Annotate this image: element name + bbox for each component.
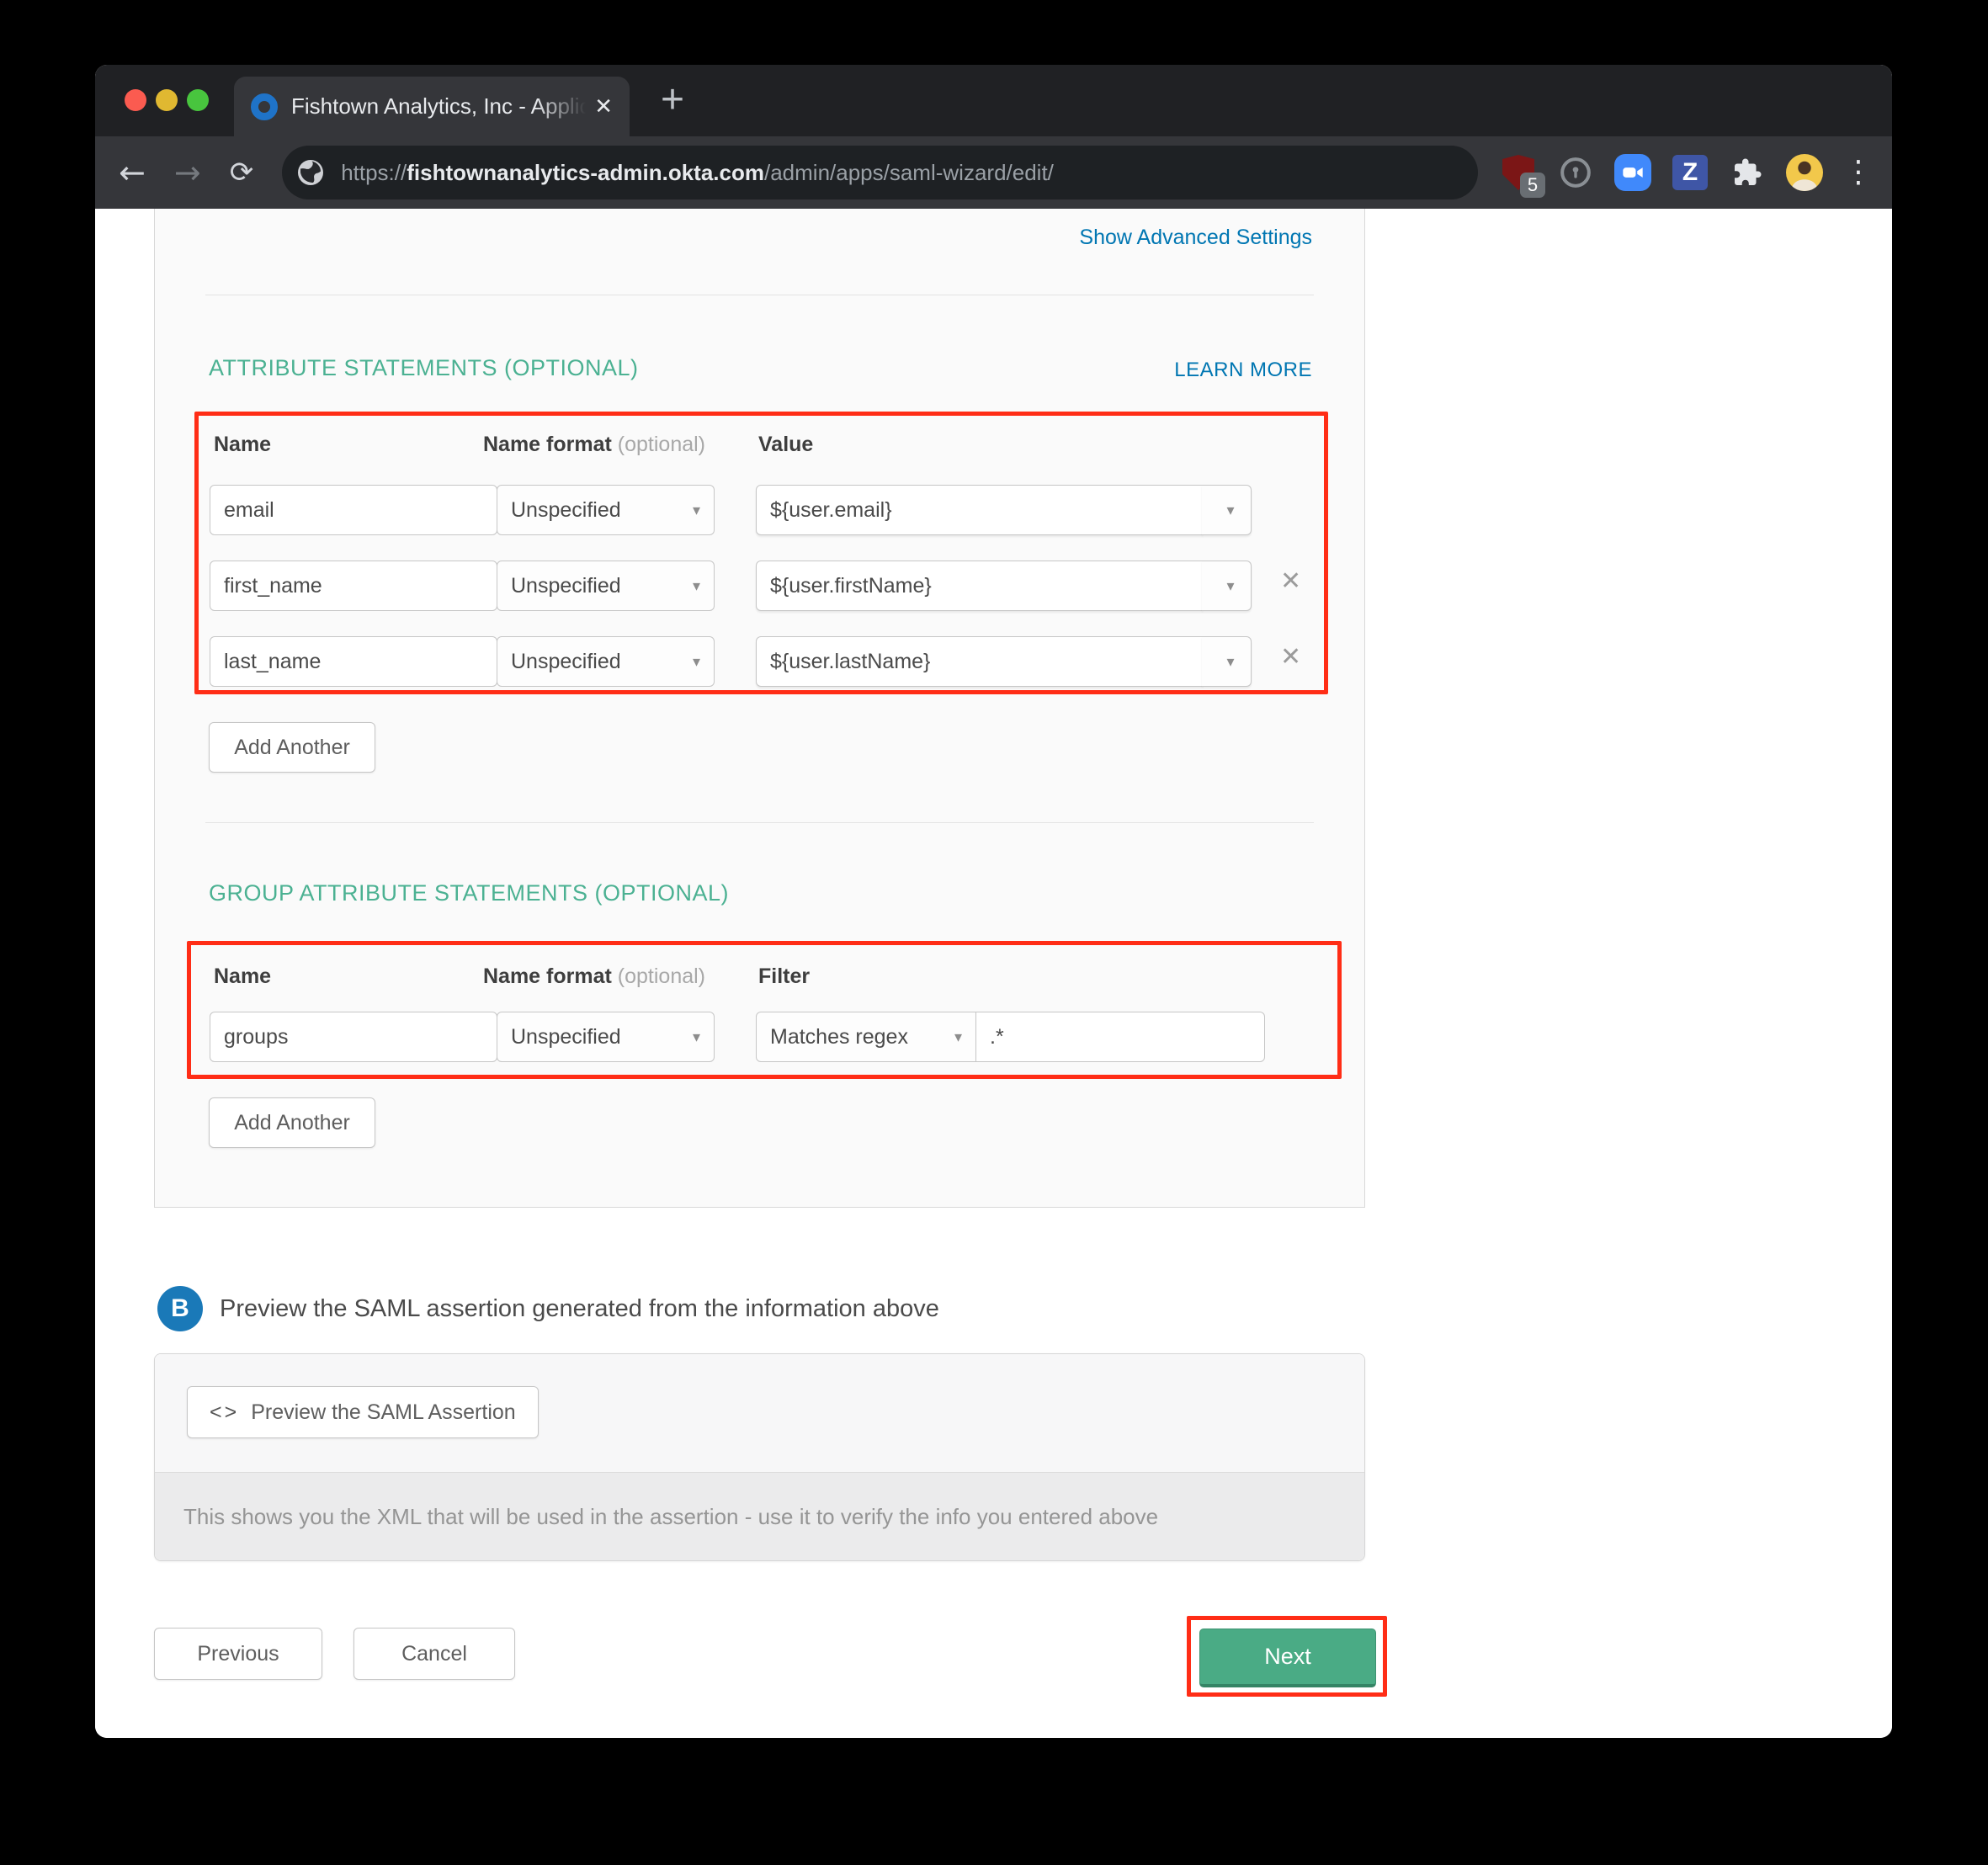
- learn-more-link[interactable]: LEARN MORE: [1174, 359, 1312, 382]
- name-format-select[interactable]: Unspecified ▾: [497, 1012, 715, 1062]
- browser-window: Fishtown Analytics, Inc - Applic ✕ + ← →…: [95, 65, 1892, 1738]
- add-another-group-button[interactable]: Add Another: [209, 1097, 375, 1148]
- page-content: Show Advanced Settings ATTRIBUTE STATEME…: [95, 209, 1892, 1738]
- chevron-down-icon: ▾: [693, 577, 700, 595]
- url-domain: fishtownanalytics-admin.okta.com: [407, 160, 764, 185]
- value-dropdown-button[interactable]: ▾: [1202, 485, 1252, 535]
- chevron-down-icon: ▾: [1226, 577, 1234, 595]
- window-close-button[interactable]: [125, 89, 146, 111]
- filter-type-select[interactable]: Matches regex ▾: [756, 1012, 976, 1062]
- filter-type-value: Matches regex: [770, 1025, 908, 1049]
- divider: [205, 822, 1314, 823]
- column-header-value: Value: [758, 433, 813, 457]
- attribute-value-input[interactable]: [756, 485, 1203, 535]
- attribute-statements-title: ATTRIBUTE STATEMENTS (OPTIONAL): [209, 355, 639, 381]
- tab-strip: Fishtown Analytics, Inc - Applic ✕ +: [95, 65, 1892, 136]
- name-format-value: Unspecified: [511, 1025, 621, 1049]
- browser-tab[interactable]: Fishtown Analytics, Inc - Applic ✕: [234, 77, 630, 136]
- column-header-name: Name: [214, 964, 271, 989]
- chevron-down-icon: ▾: [1226, 502, 1234, 519]
- back-icon[interactable]: ←: [119, 157, 146, 189]
- remove-row-icon[interactable]: ✕: [1280, 569, 1301, 594]
- cancel-button[interactable]: Cancel: [353, 1628, 515, 1680]
- extensions-row: 5 Z: [1500, 154, 1874, 191]
- attribute-value-input[interactable]: [756, 561, 1203, 611]
- group-attribute-statements-title: GROUP ATTRIBUTE STATEMENTS (OPTIONAL): [209, 880, 729, 906]
- avatar-image: [1786, 154, 1823, 191]
- attribute-row: Unspecified ▾ ▾: [210, 485, 1329, 535]
- remove-row-icon[interactable]: ✕: [1280, 645, 1301, 670]
- globe-icon[interactable]: [295, 157, 326, 188]
- optional-label: (optional): [618, 964, 705, 988]
- preview-saml-assertion-button[interactable]: <> Preview the SAML Assertion: [187, 1386, 539, 1438]
- tab-title-fade: [535, 93, 586, 120]
- chevron-down-icon: ▾: [693, 1028, 700, 1046]
- preview-panel-top: <> Preview the SAML Assertion: [155, 1354, 1364, 1472]
- forward-icon[interactable]: →: [174, 157, 201, 189]
- show-advanced-settings-link[interactable]: Show Advanced Settings: [1079, 226, 1312, 250]
- name-format-select[interactable]: Unspecified ▾: [497, 485, 715, 535]
- preview-panel: <> Preview the SAML Assertion This shows …: [154, 1353, 1365, 1561]
- column-header-name-format: Name format (optional): [483, 964, 705, 989]
- step-b-badge: B: [157, 1286, 203, 1331]
- okta-favicon-icon: [251, 93, 278, 120]
- preview-note: This shows you the XML that will be used…: [155, 1472, 1364, 1560]
- url-path: /admin/apps/saml-wizard/edit/: [764, 160, 1054, 185]
- attribute-name-input[interactable]: [210, 485, 497, 535]
- preview-section-heading: Preview the SAML assertion generated fro…: [220, 1295, 939, 1323]
- url-scheme: https://: [341, 160, 407, 185]
- chevron-down-icon: ▾: [954, 1028, 962, 1046]
- chevron-down-icon: ▾: [1226, 653, 1234, 671]
- chevron-down-icon: ▾: [693, 653, 700, 671]
- url-bar[interactable]: https://fishtownanalytics-admin.okta.com…: [282, 146, 1478, 199]
- z-letter-icon: Z: [1672, 155, 1708, 190]
- code-brackets-icon: <>: [210, 1400, 239, 1425]
- value-dropdown-button[interactable]: ▾: [1202, 636, 1252, 687]
- video-camera-icon: [1614, 154, 1651, 191]
- value-dropdown-button[interactable]: ▾: [1202, 561, 1252, 611]
- browser-menu-icon[interactable]: ⋮: [1843, 157, 1874, 188]
- name-format-value: Unspecified: [511, 498, 621, 523]
- group-attribute-row: Unspecified ▾ Matches regex ▾: [210, 1012, 1329, 1062]
- browser-toolbar: ← → ⟳ https://fishtownanalytics-admin.ok…: [95, 136, 1892, 209]
- filter-value-input[interactable]: [975, 1012, 1265, 1062]
- column-header-filter: Filter: [758, 964, 810, 989]
- name-format-select[interactable]: Unspecified ▾: [497, 636, 715, 687]
- z-extension-icon[interactable]: Z: [1672, 154, 1709, 191]
- preview-button-label: Preview the SAML Assertion: [251, 1400, 516, 1425]
- tab-close-icon[interactable]: ✕: [594, 94, 613, 120]
- name-format-value: Unspecified: [511, 650, 621, 674]
- column-header-name: Name: [214, 433, 271, 457]
- saml-settings-card: Show Advanced Settings ATTRIBUTE STATEME…: [154, 209, 1365, 1208]
- add-another-attribute-button[interactable]: Add Another: [209, 722, 375, 773]
- new-tab-button[interactable]: +: [661, 78, 684, 122]
- next-button[interactable]: Next: [1199, 1629, 1376, 1687]
- password-manager-extension-icon[interactable]: [1557, 154, 1594, 191]
- attribute-name-input[interactable]: [210, 561, 497, 611]
- previous-button[interactable]: Previous: [154, 1628, 322, 1680]
- column-header-name-format: Name format (optional): [483, 433, 705, 457]
- chevron-down-icon: ▾: [693, 502, 700, 519]
- name-format-value: Unspecified: [511, 574, 621, 598]
- profile-avatar[interactable]: [1786, 154, 1823, 191]
- tab-title: Fishtown Analytics, Inc - Applic: [291, 93, 586, 120]
- attribute-row: Unspecified ▾ ▾ ✕: [210, 636, 1329, 687]
- attribute-row: Unspecified ▾ ▾ ✕: [210, 561, 1329, 611]
- group-name-input[interactable]: [210, 1012, 497, 1062]
- adblock-extension-icon[interactable]: 5: [1500, 154, 1537, 191]
- attribute-value-input[interactable]: [756, 636, 1203, 687]
- window-minimize-button[interactable]: [156, 89, 178, 111]
- optional-label: (optional): [618, 433, 705, 456]
- name-format-select[interactable]: Unspecified ▾: [497, 561, 715, 611]
- zoom-extension-icon[interactable]: [1614, 154, 1651, 191]
- extensions-puzzle-icon[interactable]: [1729, 154, 1766, 191]
- reload-icon[interactable]: ⟳: [230, 158, 254, 187]
- url-text: https://fishtownanalytics-admin.okta.com…: [341, 160, 1054, 186]
- window-zoom-button[interactable]: [187, 89, 209, 111]
- attribute-name-input[interactable]: [210, 636, 497, 687]
- adblock-badge: 5: [1520, 173, 1545, 198]
